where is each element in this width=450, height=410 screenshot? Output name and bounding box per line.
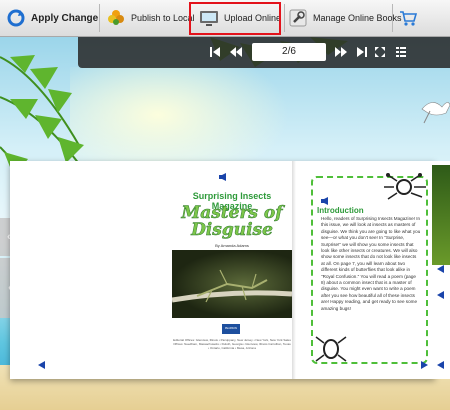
page-number-input[interactable]: 2/6 — [252, 43, 326, 61]
upload-online-highlight — [189, 2, 281, 35]
next-spread-thumbnail — [432, 165, 450, 265]
flipbook-navigation-bar: 2/6 — [78, 37, 450, 68]
book-spine — [292, 161, 296, 379]
next-page-button[interactable] — [332, 43, 350, 61]
skip-first-icon — [210, 47, 220, 57]
intro-heading: Introduction — [317, 206, 364, 215]
publish-local-label: Publish to Local — [131, 13, 195, 23]
cover-headline: Masters of Disguise — [172, 204, 292, 240]
apply-change-button[interactable]: Apply Change — [6, 3, 98, 33]
previous-page-button[interactable] — [227, 43, 245, 61]
flower-icon — [108, 10, 124, 25]
refresh-icon — [7, 9, 25, 27]
shopping-cart-button[interactable] — [398, 3, 423, 33]
next-spread-arrow[interactable] — [437, 291, 444, 299]
expand-icon — [375, 47, 385, 57]
publish-local-button[interactable]: Publish to Local — [106, 3, 195, 33]
speaker-icon[interactable] — [219, 173, 229, 181]
toolbar-separator — [392, 4, 393, 32]
skip-last-icon — [357, 47, 367, 57]
toolbar-separator — [284, 4, 285, 32]
mantis-photo — [171, 269, 293, 303]
toolbar-separator — [99, 4, 100, 32]
author-byline: By Amanda Adams — [215, 243, 249, 248]
thumbnails-button[interactable] — [392, 43, 410, 61]
manage-online-books-label: Manage Online Books — [313, 13, 402, 23]
shopping-cart-icon — [400, 11, 418, 26]
publisher-logo-text: PEARSON — [224, 327, 238, 330]
next-spread-arrow[interactable] — [437, 265, 444, 273]
fast-forward-icon — [335, 47, 347, 57]
next-spread-arrow[interactable] — [437, 361, 444, 369]
first-page-button[interactable] — [206, 43, 224, 61]
left-page-back-arrow[interactable] — [38, 361, 45, 369]
right-page-forward-arrow[interactable] — [421, 361, 428, 369]
apply-change-label: Apply Change — [31, 12, 99, 24]
thumbnails-icon — [396, 47, 406, 57]
headline-line-2: Disguise — [191, 220, 273, 240]
next-spread-edge — [428, 161, 450, 379]
publisher-logo: PEARSON — [222, 324, 240, 334]
beetle-decoration-icon — [315, 336, 347, 362]
last-page-button[interactable] — [353, 43, 371, 61]
speaker-icon[interactable] — [321, 197, 331, 205]
intro-body-text: Hello, readers of Surprising Insects Mag… — [321, 216, 421, 311]
fullscreen-button[interactable] — [371, 43, 389, 61]
rewind-icon — [230, 47, 242, 57]
seagull-icon — [421, 102, 450, 124]
wrench-icon — [289, 9, 307, 27]
main-toolbar: Apply Change Publish to Local Upload Onl… — [0, 0, 450, 37]
cover-photo — [171, 250, 293, 318]
insect-decoration-icon — [384, 173, 426, 200]
fine-print: Editorial Offices: Glenview, Illinois • … — [173, 338, 291, 350]
flipbook-spread: Surprising Insects Magazine Masters of D… — [10, 161, 435, 379]
manage-online-books-button[interactable]: Manage Online Books — [288, 3, 402, 33]
